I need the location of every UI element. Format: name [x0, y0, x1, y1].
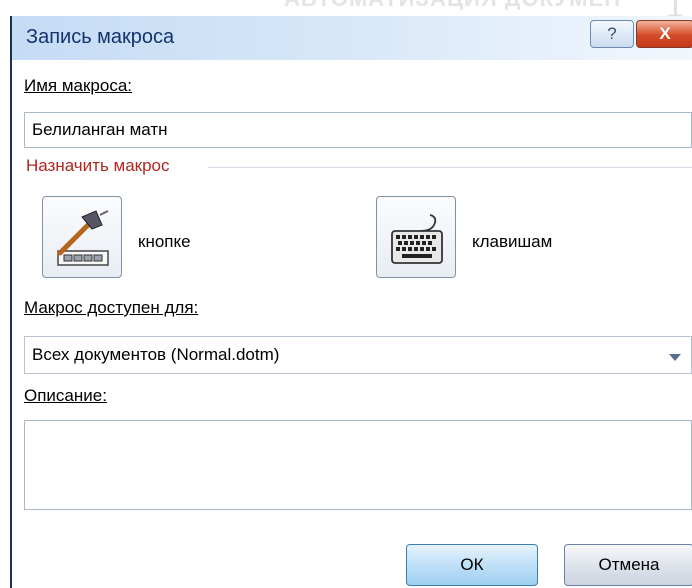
keyboard-icon: [391, 214, 443, 264]
macro-name-label: Имя макроса:: [24, 76, 133, 95]
ok-button[interactable]: ОК: [406, 544, 538, 586]
macro-name-input[interactable]: Белиланган матн: [24, 112, 692, 148]
assign-macro-group-title: Назначить макрос: [26, 156, 170, 175]
title-bar: Запись макроса ? X: [12, 16, 692, 60]
assign-to-button-label: кнопке: [138, 232, 191, 251]
assign-to-keys-label: клавишам: [472, 232, 553, 251]
assign-to-button-button[interactable]: [42, 196, 122, 278]
dialog-title: Запись макроса: [26, 26, 175, 48]
description-label: Описание:: [24, 386, 107, 405]
available-for-select[interactable]: Всех документов (Normal.dotm): [24, 336, 692, 374]
assign-to-keys-button[interactable]: [376, 196, 456, 278]
chevron-down-icon[interactable]: [669, 354, 681, 361]
background-watermark-text: АВТОМАТИЗАЦИЯ ДОКУМЕНТА: [284, 0, 624, 10]
help-button[interactable]: ?: [590, 20, 634, 48]
close-button[interactable]: X: [636, 20, 692, 48]
help-icon: ?: [607, 24, 617, 43]
description-textarea[interactable]: [24, 420, 692, 510]
group-divider: [208, 167, 692, 168]
available-for-label: Макрос доступен для:: [24, 298, 199, 317]
hammer-toolbar-icon: [57, 210, 109, 266]
record-macro-dialog: Запись макроса ? X Имя макроса: Белиланг…: [10, 16, 692, 588]
cancel-button[interactable]: Отмена: [564, 544, 692, 586]
available-for-value: Всех документов (Normal.dotm): [32, 345, 280, 364]
close-icon: X: [659, 24, 671, 43]
macro-name-value: Белиланган матн: [32, 120, 168, 139]
